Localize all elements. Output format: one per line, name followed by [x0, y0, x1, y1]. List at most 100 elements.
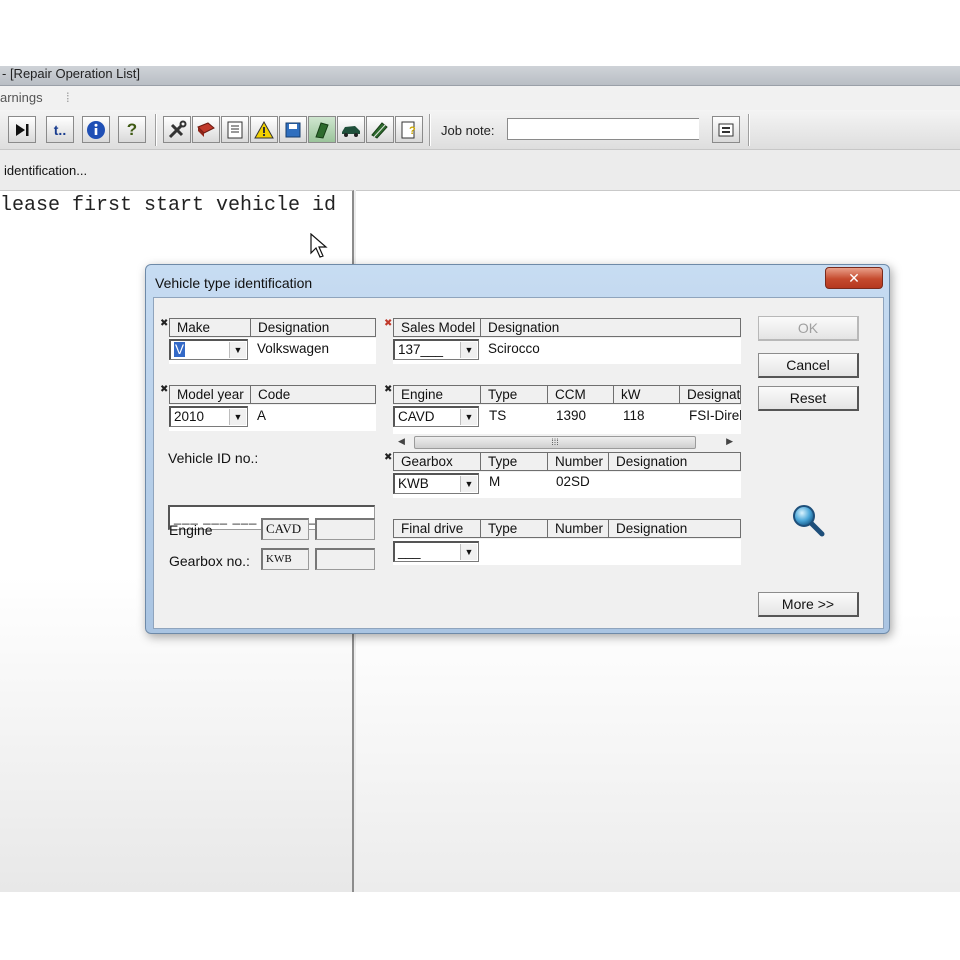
notepad-icon[interactable]: ? — [395, 116, 423, 143]
job-note-input[interactable] — [507, 118, 699, 140]
final-drive-dropdown[interactable]: ___ ▼ — [393, 541, 479, 562]
search-icon[interactable] — [792, 504, 826, 538]
more-button[interactable]: More >> — [758, 592, 859, 617]
make-value: V — [174, 342, 186, 357]
gearbox-number-header: Number — [547, 452, 609, 471]
scroll-right-icon[interactable]: ▶ — [726, 436, 733, 447]
final-drive-value: ___ — [398, 544, 421, 559]
required-marker: ✖ — [384, 318, 393, 329]
toolbar-separator — [155, 114, 157, 146]
chevron-down-icon[interactable]: ▼ — [460, 476, 477, 492]
menu-item-warnings[interactable]: arnings — [0, 90, 43, 105]
close-button[interactable]: ✕ — [825, 267, 883, 289]
engine-code-field: CAVD — [261, 518, 309, 540]
document-icon[interactable] — [221, 116, 249, 143]
sales-model-header: Sales Model — [393, 318, 481, 337]
dialog-body: ✖ Make Designation V ▼ Volkswagen ✖ Sale… — [153, 297, 884, 629]
gearbox-number: 02SD — [556, 474, 590, 489]
hand-icon[interactable] — [308, 116, 336, 143]
final-drive-header: Final drive — [393, 519, 481, 538]
gearbox-type-header: Type — [480, 452, 548, 471]
job-note-label: Job note: — [441, 123, 495, 138]
start-message: lease first start vehicle id — [0, 194, 337, 217]
make-designation-header: Designation — [250, 318, 376, 337]
engine-designation: FSI-Direk — [689, 408, 741, 423]
make-designation: Volkswagen — [257, 341, 330, 356]
final-drive-type-header: Type — [480, 519, 548, 538]
model-year-value: 2010 — [174, 409, 205, 424]
chevron-down-icon[interactable]: ▼ — [460, 342, 477, 358]
gearbox-value: KWB — [398, 476, 429, 491]
reset-button[interactable]: Reset — [758, 386, 859, 411]
identification-status: identification... — [4, 163, 88, 178]
chevron-down-icon[interactable]: ▼ — [229, 342, 246, 358]
make-dropdown[interactable]: V ▼ — [169, 339, 248, 360]
engine-type: TS — [489, 408, 507, 423]
gearbox-header: Gearbox — [393, 452, 481, 471]
gearbox-dropdown[interactable]: KWB ▼ — [393, 473, 479, 494]
engine-dropdown[interactable]: CAVD ▼ — [393, 406, 479, 427]
play-end-icon[interactable] — [8, 116, 36, 143]
engine-kw-header: kW — [613, 385, 680, 404]
code-header: Code — [250, 385, 376, 404]
gearbox-extra-field — [315, 548, 375, 570]
engine-kw: 118 — [623, 408, 645, 423]
chevron-down-icon[interactable]: ▼ — [229, 409, 246, 425]
gearbox-designation-header: Designation — [608, 452, 741, 471]
model-year-code: A — [257, 408, 267, 423]
required-marker: ✖ — [160, 384, 169, 395]
engine-ccm-header: CCM — [547, 385, 614, 404]
engine-label: Engine — [169, 522, 213, 538]
scroll-thumb[interactable]: ⁞⁞⁞ — [414, 436, 696, 449]
help-icon[interactable]: ? — [118, 116, 146, 143]
menu-separator: ⁞ — [66, 90, 70, 105]
tools-icon[interactable] — [163, 116, 191, 143]
toolbar-separator — [429, 114, 431, 146]
engine-ccm: 1390 — [556, 408, 587, 423]
engine-horizontal-scrollbar[interactable]: ◀ ⁞⁞⁞ ▶ — [392, 434, 739, 451]
gearbox-type: M — [489, 474, 501, 489]
model-year-dropdown[interactable]: 2010 ▼ — [169, 406, 248, 427]
chevron-down-icon[interactable]: ▼ — [460, 544, 477, 560]
info-icon[interactable] — [82, 116, 110, 143]
svg-text:?: ? — [409, 125, 416, 137]
sales-model-value: 137___ — [398, 342, 444, 357]
engine-value: CAVD — [398, 409, 435, 424]
cancel-button[interactable]: Cancel — [758, 353, 859, 378]
book-icon[interactable] — [192, 116, 220, 143]
final-drive-number-header: Number — [547, 519, 609, 538]
save-icon[interactable] — [279, 116, 307, 143]
vehicle-type-dialog: Vehicle type identification ✕ ✖ Make Des… — [145, 264, 890, 634]
sales-model-designation: Scirocco — [488, 341, 540, 356]
make-header: Make — [169, 318, 251, 337]
toolbar: t.. ? ? Job note: — [0, 110, 960, 150]
required-marker: ✖ — [384, 384, 393, 395]
model-year-header: Model year — [169, 385, 251, 404]
final-drive-designation-header: Designation — [608, 519, 741, 538]
title-bar: - [Repair Operation List] — [0, 66, 960, 86]
scroll-left-icon[interactable]: ◀ — [398, 436, 405, 447]
vehicle-id-label: Vehicle ID no.: — [168, 450, 259, 466]
dialog-title: Vehicle type identification — [155, 275, 313, 291]
mouse-cursor-icon — [310, 233, 328, 258]
chevron-down-icon[interactable]: ▼ — [460, 409, 477, 425]
required-marker: ✖ — [384, 452, 393, 463]
menu-bar: arnings ⁞ — [0, 86, 960, 110]
engine-header: Engine — [393, 385, 481, 404]
jobnote-icon[interactable] — [712, 116, 740, 143]
warning-icon[interactable] — [250, 116, 278, 143]
sales-model-designation-header: Designation — [480, 318, 741, 337]
gearbox-no-label: Gearbox no.: — [169, 553, 250, 569]
required-marker: ✖ — [160, 318, 169, 329]
ok-button[interactable]: OK — [758, 316, 859, 341]
t-icon[interactable]: t.. — [46, 116, 74, 143]
car-icon[interactable] — [337, 116, 365, 143]
engine-designation-header: Designat — [679, 385, 741, 404]
engine-extra-field — [315, 518, 375, 540]
gearbox-code-field: KWB — [261, 548, 309, 570]
engine-type-header: Type — [480, 385, 548, 404]
window-title: - [Repair Operation List] — [2, 66, 141, 81]
sales-model-dropdown[interactable]: 137___ ▼ — [393, 339, 479, 360]
pencil-icon[interactable] — [366, 116, 394, 143]
toolbar-separator — [748, 114, 750, 146]
